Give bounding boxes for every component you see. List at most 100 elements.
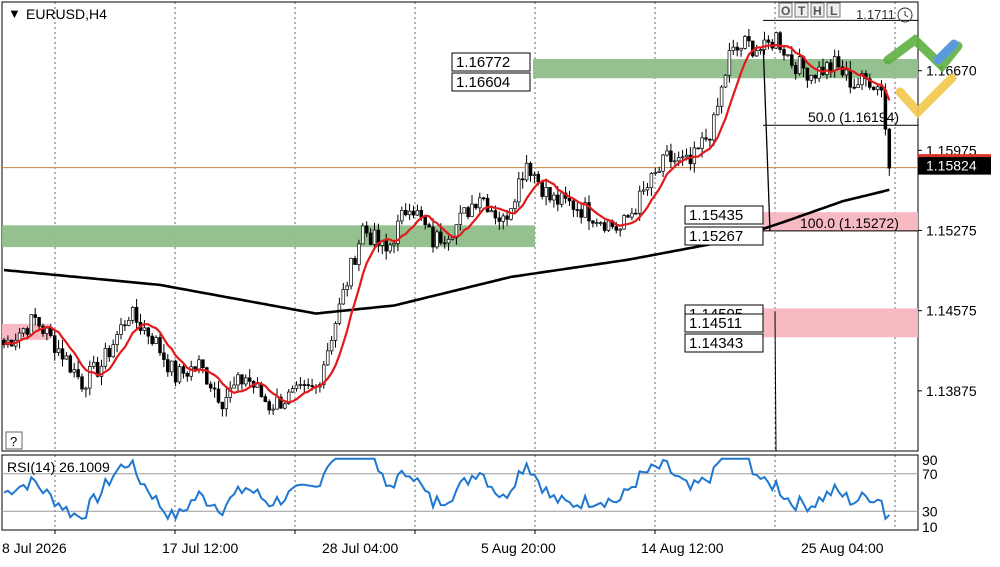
candle-body <box>446 238 451 244</box>
candle-body <box>25 328 30 335</box>
candle-body <box>825 62 829 75</box>
candle-body <box>411 210 416 216</box>
candle-body <box>267 401 271 411</box>
candle-body <box>431 226 435 248</box>
candle-body <box>37 317 41 327</box>
y-tick-label: 1.15275 <box>926 223 977 239</box>
y-tick-label: 1.13875 <box>926 383 977 399</box>
candle-body <box>372 229 377 245</box>
candle-body <box>532 173 537 176</box>
chart-window[interactable]: 50.0 (1.16194) 100.0 (1.15272) 1.16772 1.1… <box>0 0 1000 562</box>
candle-body <box>72 369 76 373</box>
candle-body <box>634 212 638 215</box>
chart-title: EURUSD,H4 <box>26 6 107 22</box>
candle-body <box>485 197 490 213</box>
candle-body <box>329 340 334 352</box>
candle-body <box>403 209 408 216</box>
rsi-axis-label: 30 <box>922 503 938 519</box>
candle-body <box>442 242 447 245</box>
candle-body <box>45 327 49 334</box>
candle-body <box>715 105 720 116</box>
candle-body <box>177 366 182 383</box>
candle-body <box>731 46 736 52</box>
candle-body <box>813 74 817 79</box>
current-price-text: 1.15824 <box>926 158 977 174</box>
candle-body <box>123 324 127 327</box>
candle-body <box>501 215 505 222</box>
candle-body <box>247 377 252 382</box>
candle-body <box>357 243 361 265</box>
candle-body <box>875 86 880 90</box>
candle-body <box>134 307 139 323</box>
candle-body <box>548 187 552 201</box>
price-label-text: 1.15435 <box>689 207 743 224</box>
candle-body <box>162 352 166 360</box>
candle-body <box>630 212 634 218</box>
candle-body <box>158 337 162 354</box>
candle-body <box>809 74 814 81</box>
price-chart[interactable]: 50.0 (1.16194)100.0 (1.15272) 1.167721.1… <box>0 0 1000 562</box>
candle-body <box>805 67 810 81</box>
candle-body <box>622 215 626 230</box>
price-label-text: 1.14343 <box>689 335 743 352</box>
price-label-text: 1.14511 <box>689 315 742 332</box>
candle-body <box>790 54 794 66</box>
candle-body <box>111 344 115 358</box>
candle-body <box>181 366 186 374</box>
price-label-text: 1.15267 <box>689 228 743 245</box>
candle-body <box>337 303 342 324</box>
candle-body <box>185 372 190 377</box>
toolbar-h-label: H <box>813 4 822 18</box>
candle-body <box>271 408 275 411</box>
x-tick-label: 14 Aug 12:00 <box>641 540 724 556</box>
candle-body <box>556 194 560 205</box>
candle-body <box>415 210 420 216</box>
candle-body <box>797 56 802 75</box>
candle-body <box>641 189 646 192</box>
price-label-text: 1.16772 <box>456 54 510 71</box>
x-tick-label: 28 Jul 04:00 <box>322 540 398 556</box>
candle-body <box>786 54 790 57</box>
candle-body <box>478 197 482 209</box>
candle-body <box>848 69 853 88</box>
candle-body <box>727 50 732 76</box>
candle-body <box>244 377 248 385</box>
candle-body <box>657 170 661 173</box>
candle-body <box>481 197 486 200</box>
candle-body <box>103 347 108 367</box>
candle-body <box>212 387 217 390</box>
x-tick-label: 17 Jul 12:00 <box>162 540 238 556</box>
fib-100-label: 100.0 (1.15272) <box>800 215 899 231</box>
candle-body <box>598 222 603 224</box>
candle-body <box>146 327 151 337</box>
trade-panel-price[interactable]: 1.1711 <box>856 7 895 22</box>
candle-body <box>84 387 88 390</box>
candle-body <box>528 162 533 176</box>
candle-body <box>680 156 685 159</box>
candle-body <box>450 237 455 240</box>
candle-body <box>524 162 529 181</box>
candle-body <box>392 243 396 246</box>
toolbar-o-label: O <box>781 4 790 18</box>
candle-body <box>60 348 65 360</box>
candle-body <box>56 348 61 353</box>
candle-body <box>595 222 599 225</box>
candle-body <box>80 376 84 390</box>
candle-body <box>544 187 548 197</box>
candle-body <box>645 187 650 191</box>
candle-body <box>602 222 607 231</box>
candle-body <box>676 157 681 162</box>
candle-body <box>91 361 96 367</box>
candle-body <box>384 240 388 252</box>
symbol-dropdown-icon[interactable]: ▼ <box>8 6 21 21</box>
candle-body <box>673 160 677 163</box>
candle-body <box>197 359 201 370</box>
candle-body <box>782 49 786 56</box>
candle-body <box>333 323 338 341</box>
candle-body <box>236 374 240 386</box>
candle-body <box>626 215 630 218</box>
candle-body <box>345 285 349 290</box>
x-tick-label: 5 Aug 20:00 <box>481 540 556 556</box>
candle-body <box>684 154 689 158</box>
candle-body <box>649 173 654 188</box>
